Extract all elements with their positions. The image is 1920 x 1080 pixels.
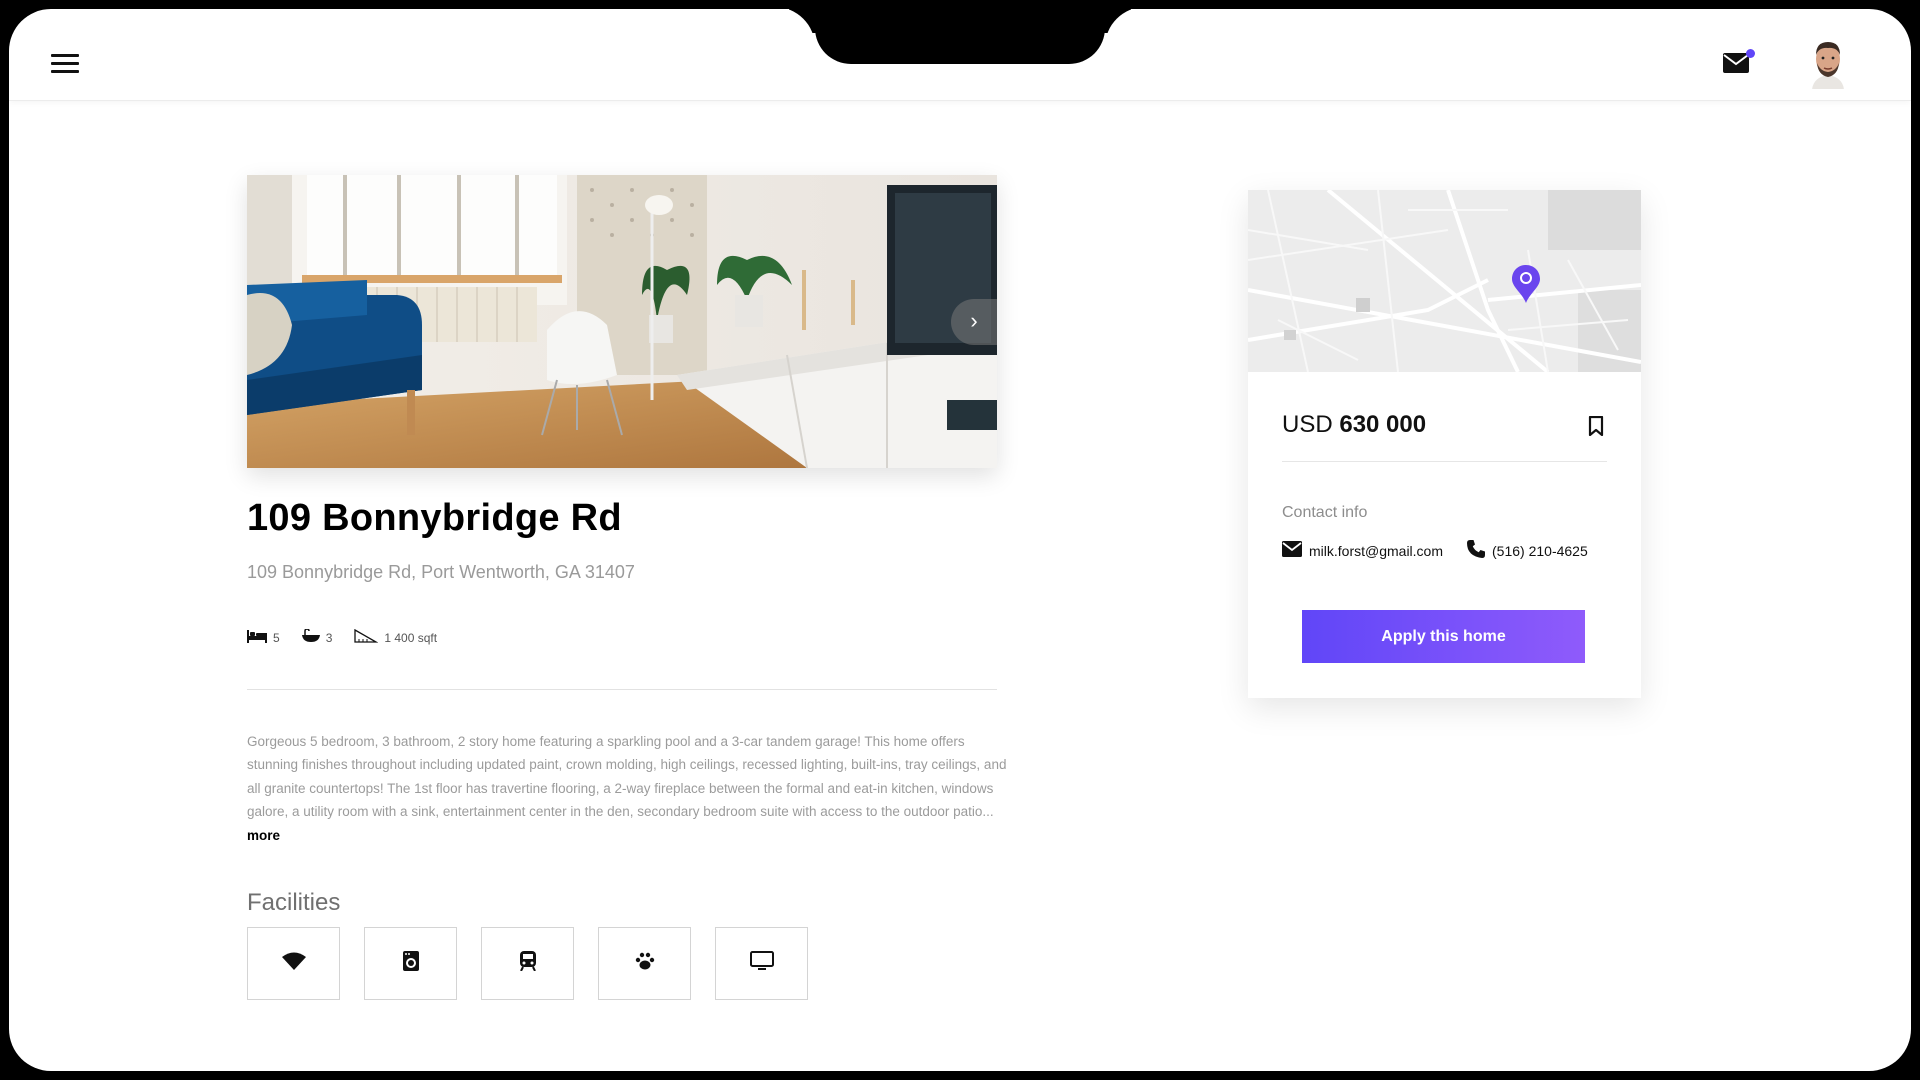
card-divider <box>1282 461 1607 462</box>
price: USD 630 000 <box>1282 411 1426 439</box>
listing-features: 5 3 1 400 sqft <box>247 628 438 646</box>
mail-icon[interactable] <box>1723 49 1755 77</box>
section-divider <box>247 689 997 690</box>
contact-email[interactable]: milk.forst@gmail.com <box>1282 541 1443 560</box>
paw-icon <box>635 952 655 975</box>
price-value: 630 000 <box>1339 411 1427 438</box>
wifi-icon <box>281 952 306 975</box>
listing-address: 109 Bonnybridge Rd, Port Wentworth, GA 3… <box>247 562 635 582</box>
facility-washing-machine[interactable] <box>364 927 457 1000</box>
facilities-title: Facilities <box>247 889 341 916</box>
app-window: › 109 Bonnybridge Rd 109 Bonnybridge Rd,… <box>9 9 1911 1071</box>
listing-title: 109 Bonnybridge Rd <box>247 497 622 539</box>
facility-train[interactable] <box>481 927 574 1000</box>
bookmark-icon[interactable] <box>1588 415 1606 438</box>
price-currency: USD <box>1282 411 1333 438</box>
mail-icon <box>1282 541 1302 560</box>
contact-info: milk.forst@gmail.com (516) 210-4625 <box>1282 540 1612 561</box>
apply-home-button[interactable]: Apply this home <box>1302 610 1585 663</box>
washing-machine-icon <box>402 951 419 976</box>
bedrooms-feature: 5 <box>247 629 280 646</box>
map-pin-icon <box>1512 265 1540 303</box>
contact-info-label: Contact info <box>1282 504 1368 521</box>
device-notch <box>815 9 1105 64</box>
bathtub-icon <box>301 628 320 646</box>
bedrooms-value: 5 <box>273 630 280 645</box>
description-text: Gorgeous 5 bedroom, 3 bathroom, 2 story … <box>247 734 1007 820</box>
train-icon <box>519 951 537 976</box>
phone-icon <box>1467 540 1486 561</box>
notification-dot <box>1746 49 1755 58</box>
location-map[interactable] <box>1248 190 1641 372</box>
facilities-list <box>247 927 808 1000</box>
facility-pets[interactable] <box>598 927 691 1000</box>
bathrooms-feature: 3 <box>301 628 333 646</box>
pricing-card: USD 630 000 Contact info milk.forst@gmai… <box>1248 190 1641 698</box>
avatar[interactable] <box>1806 37 1850 89</box>
facility-tv[interactable] <box>715 927 808 1000</box>
property-photo: › <box>247 175 997 468</box>
contact-phone[interactable]: (516) 210-4625 <box>1467 540 1588 561</box>
more-link[interactable]: more <box>247 828 280 843</box>
area-value: 1 400 sqft <box>384 630 438 645</box>
listing-description: Gorgeous 5 bedroom, 3 bathroom, 2 story … <box>247 730 1007 847</box>
area-icon <box>354 628 379 646</box>
contact-phone-text: (516) 210-4625 <box>1492 542 1588 559</box>
bed-icon <box>247 629 267 646</box>
area-feature: 1 400 sqft <box>354 628 438 646</box>
bathrooms-value: 3 <box>325 630 333 645</box>
hamburger-menu-icon[interactable] <box>51 54 79 74</box>
tv-icon <box>749 951 774 976</box>
facility-wifi[interactable] <box>247 927 340 1000</box>
contact-email-text: milk.forst@gmail.com <box>1309 542 1444 559</box>
next-photo-button[interactable]: › <box>951 299 997 345</box>
